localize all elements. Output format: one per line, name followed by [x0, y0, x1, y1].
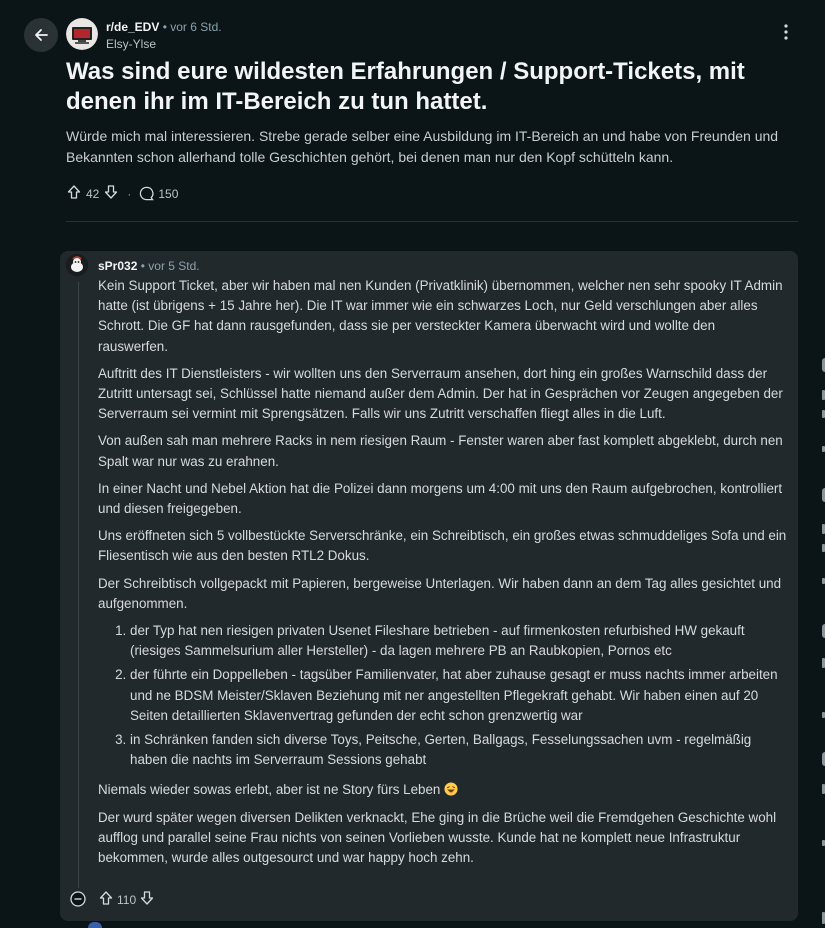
list-item: der Typ hat nen riesigen privaten Usenet… [130, 621, 788, 661]
comment-paragraph: Von außen sah man mehrere Racks in nem r… [98, 433, 783, 469]
sidebar-edge [818, 0, 825, 928]
comment-actions: 110 [98, 890, 155, 909]
divider [66, 221, 798, 222]
downvote-arrow-icon [105, 185, 118, 199]
next-comment-avatar [88, 922, 102, 928]
collapse-minus-icon [70, 891, 86, 907]
comment-paragraph: Auftritt des IT Dienstleisters - wir wol… [98, 365, 783, 422]
comment-paragraph: Der Schreibtisch vollgepackt mit Papiere… [98, 575, 782, 611]
comment-closing-text: Niemals wieder sowas erlebt, aber ist ne… [98, 782, 441, 798]
comment-time: vor 5 Std. [148, 259, 200, 273]
list-item: in Schränken fanden sich diverse Toys, P… [130, 730, 788, 770]
more-options-button[interactable] [783, 24, 789, 45]
subreddit-name[interactable]: r/de_EDV [106, 20, 159, 34]
comment-paragraph: Der wurd später wegen diversen Delikten … [98, 809, 777, 866]
arrow-left-icon [35, 29, 48, 41]
laughing-face-emoji [444, 782, 458, 797]
comment-closing: Niemals wieder sowas erlebt, aber ist ne… [98, 780, 788, 800]
comment-paragraph: In einer Nacht und Nebel Aktion hat die … [98, 480, 783, 517]
meta-separator: • [162, 20, 167, 34]
comment-meta-separator: • [140, 259, 145, 273]
comments-button[interactable]: 150 [139, 186, 178, 201]
speech-bubble-icon [140, 186, 155, 201]
actions-separator: · [127, 186, 132, 201]
comment-avatar[interactable] [66, 254, 88, 276]
upvote-arrow-icon [67, 185, 81, 199]
upvote-arrow-icon [99, 891, 113, 905]
post-title: Was sind eure wildesten Erfahrungen / Su… [66, 58, 745, 115]
post-time: vor 6 Std. [170, 20, 222, 34]
thread-line[interactable] [78, 282, 79, 888]
comment-list: der Typ hat nen riesigen privaten Usenet… [98, 621, 788, 770]
downvote-arrow-icon [140, 891, 154, 905]
post-vote-count: 42 [86, 186, 100, 201]
comment-count: 150 [158, 186, 179, 201]
comment-paragraph: Uns eröffneten sich 5 vollbestückte Serv… [98, 528, 787, 564]
subreddit-avatar[interactable] [66, 18, 98, 50]
list-item: der führte ein Doppelleben - tagsüber Fa… [130, 665, 788, 726]
back-button[interactable] [24, 18, 58, 52]
comment-upvote-button[interactable] [98, 890, 114, 909]
comment-author[interactable]: sPr032 [98, 259, 137, 273]
comment-paragraph: Kein Support Ticket, aber wir haben mal … [98, 278, 783, 354]
post-body: Würde mich mal interessieren. Strebe ger… [66, 128, 779, 165]
post-actions: 42 · 150 [66, 184, 178, 203]
downvote-button[interactable] [103, 184, 119, 203]
collapse-button[interactable] [70, 891, 86, 907]
more-vertical-icon [784, 24, 788, 40]
comment-body: Kein Support Ticket, aber wir haben mal … [98, 276, 788, 875]
comment-vote-count: 110 [117, 892, 137, 907]
post-author[interactable]: Elsy-Ylse [106, 36, 222, 53]
upvote-button[interactable] [66, 184, 82, 203]
comment-downvote-button[interactable] [139, 890, 155, 909]
